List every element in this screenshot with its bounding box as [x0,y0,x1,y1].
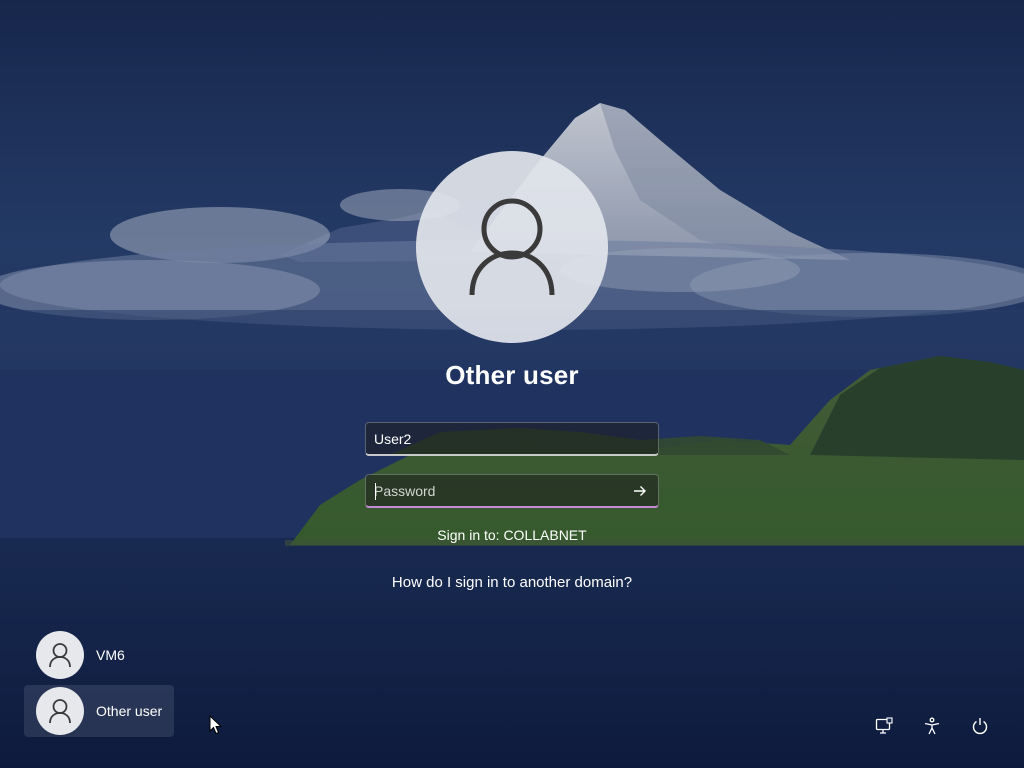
arrow-right-icon [634,486,646,496]
another-domain-link[interactable]: How do I sign in to another domain? [0,574,1024,591]
avatar [36,631,84,679]
password-field[interactable] [365,474,659,508]
username-field[interactable] [365,422,659,456]
power-button[interactable] [968,714,992,738]
network-icon [875,717,893,734]
user-item-label: VM6 [96,647,125,663]
user-icon [49,699,71,724]
user-icon [49,643,71,668]
user-item-label: Other user [96,703,163,719]
avatar [36,687,84,735]
user-icon [469,198,555,296]
accessibility-button[interactable] [920,714,944,738]
password-input[interactable] [366,475,658,506]
network-button[interactable] [872,714,896,738]
lock-screen: Other user Sign in to: COLLABNET How do … [0,0,1024,768]
username-input[interactable] [366,423,658,454]
submit-button[interactable] [628,480,652,502]
sign-in-domain-label: Sign in to: COLLABNET [437,527,587,543]
mouse-cursor-icon [209,715,223,735]
user-item-other-user[interactable]: Other user [24,685,174,737]
accessibility-icon [924,717,940,735]
selected-user-avatar [416,151,608,343]
selected-user-name: Other user [445,360,579,390]
user-item-vm6[interactable]: VM6 [24,629,184,681]
user-switcher-list: VM6 Other user [24,629,184,741]
text-caret [375,483,376,500]
power-icon [972,718,988,735]
